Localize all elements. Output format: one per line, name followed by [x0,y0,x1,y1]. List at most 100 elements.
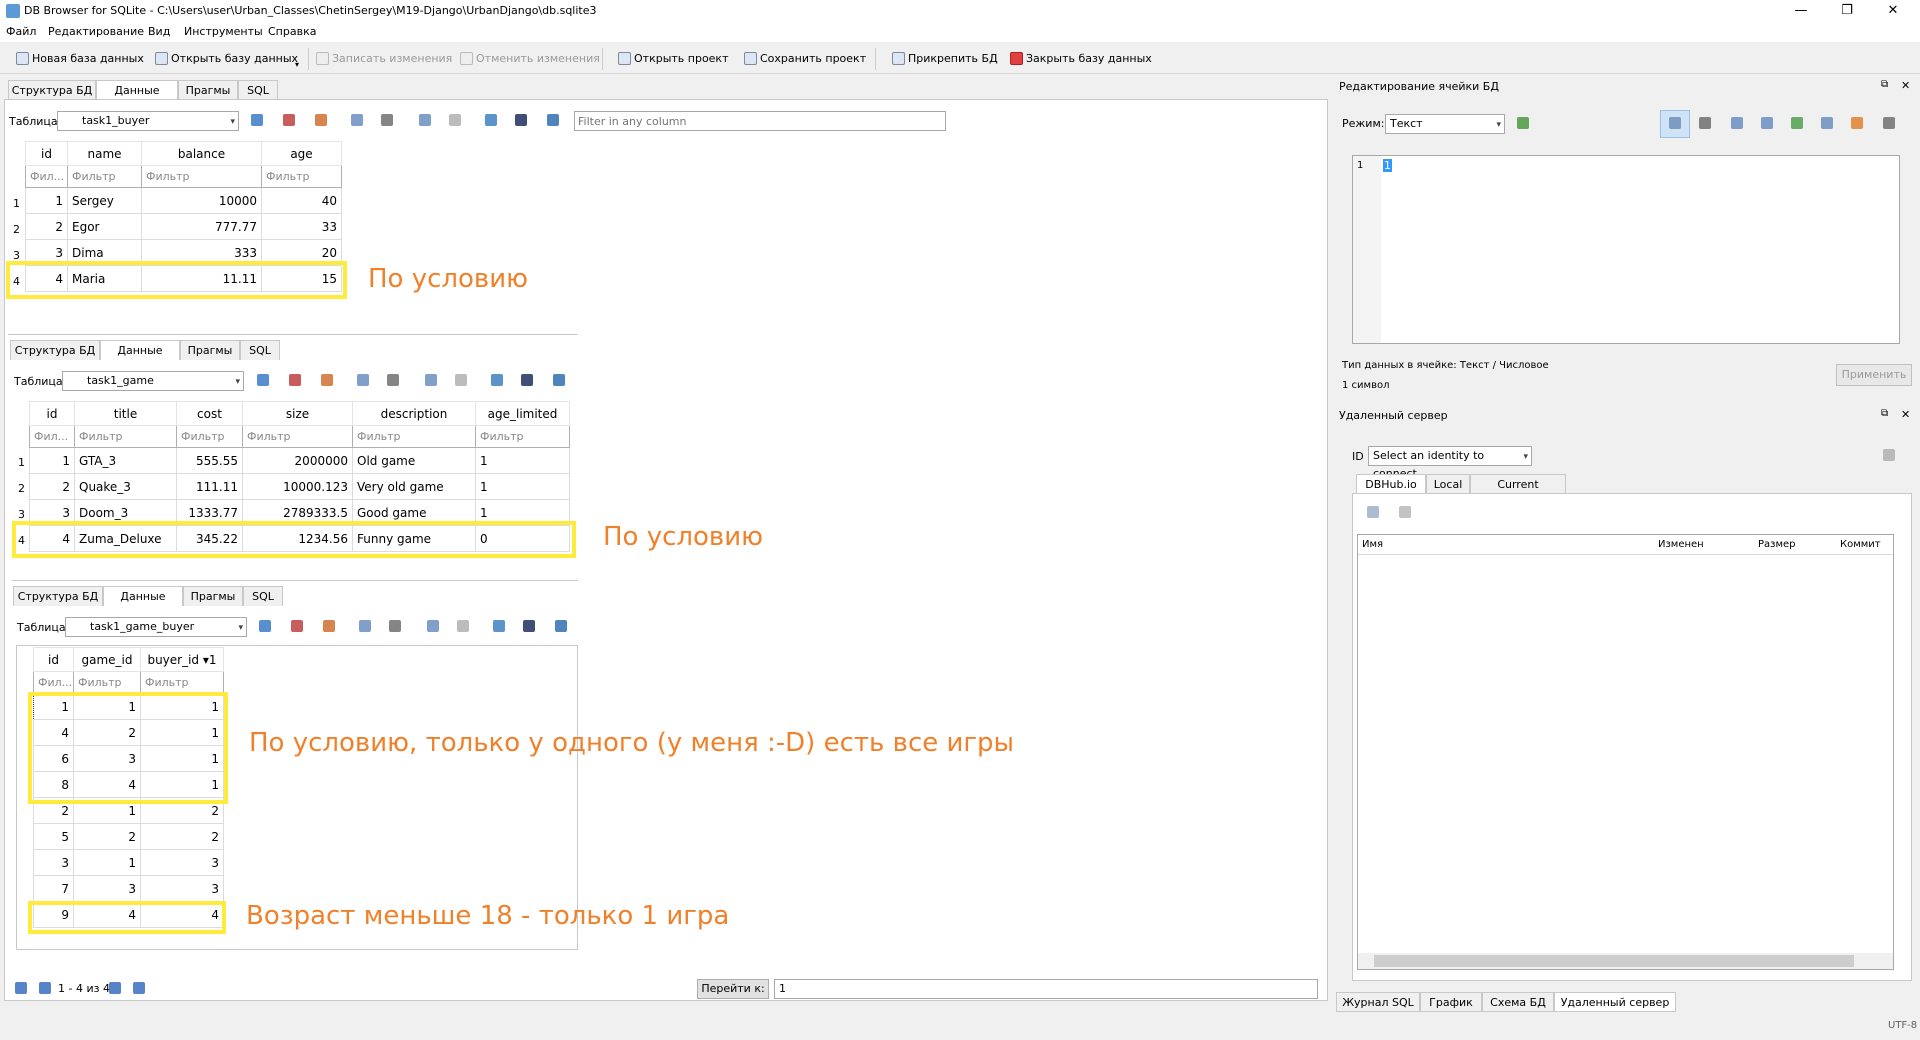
filter-input[interactable]: Фильтр [242,425,353,448]
clear-filters-icon[interactable] [288,617,306,635]
cell[interactable]: 3 [33,849,74,876]
font-icon[interactable] [488,371,506,389]
sort-icon[interactable] [318,371,336,389]
tab-pragmas[interactable]: Прагмы [178,80,238,100]
table-row[interactable]: 522 [33,823,224,850]
tab-data[interactable]: Данные [96,80,178,100]
row-number[interactable]: 1 [18,456,25,469]
identity-select[interactable]: Select an identity to connect▾ [1368,446,1532,480]
menu-help[interactable]: Справка [268,25,316,38]
table-row[interactable]: 733 [33,875,224,902]
print-cell-icon[interactable] [1880,114,1898,132]
float-panel-icon[interactable]: ⧉ [1881,408,1888,419]
text-format-icon[interactable] [1666,114,1684,132]
filter-input[interactable]: Фильтр [176,425,243,448]
column-header[interactable]: age [261,141,342,166]
insert-record-icon[interactable] [422,371,440,389]
tab-dbhub[interactable]: DBHub.io [1356,474,1426,494]
sort-icon[interactable] [312,111,330,129]
print-icon[interactable] [384,371,402,389]
clear-filters-icon[interactable] [280,111,298,129]
cell[interactable]: 1 [475,447,570,474]
close-panel-icon[interactable]: ✕ [1901,79,1910,92]
next-page-icon[interactable] [106,979,124,997]
refresh-remote-icon[interactable] [1364,503,1382,521]
open-db-dropdown-icon[interactable]: ▾ [295,60,299,69]
refresh-icon[interactable] [256,617,274,635]
row-number[interactable]: 3 [18,508,25,521]
column-header[interactable]: Размер [1758,539,1796,550]
goto-input[interactable]: 1 [774,979,1318,999]
maximize-button[interactable]: ❐ [1824,0,1870,22]
filter-input[interactable]: Фильтр [352,425,476,448]
save-table-icon[interactable] [354,371,372,389]
minimize-button[interactable]: — [1778,0,1824,22]
filter-input[interactable]: Фильтр [261,165,342,188]
filter-input[interactable]: Фильтр [67,165,142,188]
format-icon[interactable] [512,111,530,129]
insert-record-icon[interactable] [416,111,434,129]
row-number[interactable]: 2 [18,482,25,495]
print-icon[interactable] [378,111,396,129]
menu-edit[interactable]: Редактирование [48,25,144,38]
open-file-icon[interactable] [1788,114,1806,132]
print-icon[interactable] [386,617,404,635]
sort-icon[interactable] [320,617,338,635]
goto-button[interactable]: Перейти к: [697,979,769,999]
column-header[interactable]: cost [176,401,243,426]
delete-record-icon[interactable] [452,371,470,389]
cell[interactable]: Sergey [67,187,142,214]
cell[interactable]: 2 [29,473,75,500]
column-header[interactable]: name [67,141,142,166]
remote-settings-icon[interactable] [1880,446,1898,464]
filter-all-input[interactable] [574,111,946,131]
delete-record-icon[interactable] [446,111,464,129]
menu-view[interactable]: Вид [148,25,170,38]
tab-structure[interactable]: Структура БД [8,80,96,100]
column-header[interactable]: buyer_id ▾1 [140,647,224,672]
filter-input[interactable]: Фил... [25,165,68,188]
cell[interactable]: Egor [67,213,142,240]
first-page-icon[interactable] [12,979,30,997]
set-null-icon[interactable] [550,371,568,389]
tab-structure[interactable]: Структура БД [10,340,100,360]
refresh-icon[interactable] [248,111,266,129]
tab-sql[interactable]: SQL [238,80,278,100]
filter-input[interactable]: Фильтр [475,425,570,448]
tab-sql[interactable]: SQL [240,340,280,360]
cell[interactable]: 2 [73,823,141,850]
cell-editor[interactable]: 1 1 [1352,155,1900,344]
tab-pragmas[interactable]: Прагмы [180,340,240,360]
column-header[interactable]: id [29,401,75,426]
filter-input[interactable]: Фильтр [141,165,262,188]
cell[interactable]: 7 [33,875,74,902]
table-select[interactable]: task1_buyer ▾ [57,111,239,131]
table-row[interactable]: 2 Egor 777.77 33 [25,213,342,240]
menu-file[interactable]: Файл [6,25,36,38]
tab-local[interactable]: Local [1426,474,1470,494]
attach-db-button[interactable]: Прикрепить БД [892,50,998,66]
close-panel-icon[interactable]: ✕ [1901,408,1910,421]
table-select[interactable]: task1_game ▾ [62,371,244,391]
prev-page-icon[interactable] [36,979,54,997]
tab-sql-log[interactable]: Журнал SQL [1336,992,1420,1012]
cell[interactable]: Very old game [352,473,476,500]
cell[interactable]: 2000000 [242,447,353,474]
cell[interactable]: 5 [33,823,74,850]
column-header[interactable]: age_limited [475,401,570,426]
cell[interactable]: 1 [73,849,141,876]
row-number[interactable]: 1 [13,197,20,210]
tab-data[interactable]: Данные [103,586,183,606]
cell[interactable]: Quake_3 [74,473,177,500]
cell[interactable]: 2 [140,823,224,850]
filter-input[interactable]: Фил... [29,425,75,448]
scrollbar-thumb[interactable] [1374,955,1854,967]
table-row[interactable]: 313 [33,849,224,876]
write-changes-button[interactable]: Записать изменения [316,50,452,66]
set-null-icon[interactable] [544,111,562,129]
close-window-button[interactable]: ✕ [1870,0,1916,22]
cell[interactable]: GTA_3 [74,447,177,474]
cell[interactable]: 3 [73,875,141,902]
clear-filters-icon[interactable] [286,371,304,389]
column-header[interactable]: Изменен [1658,539,1704,550]
